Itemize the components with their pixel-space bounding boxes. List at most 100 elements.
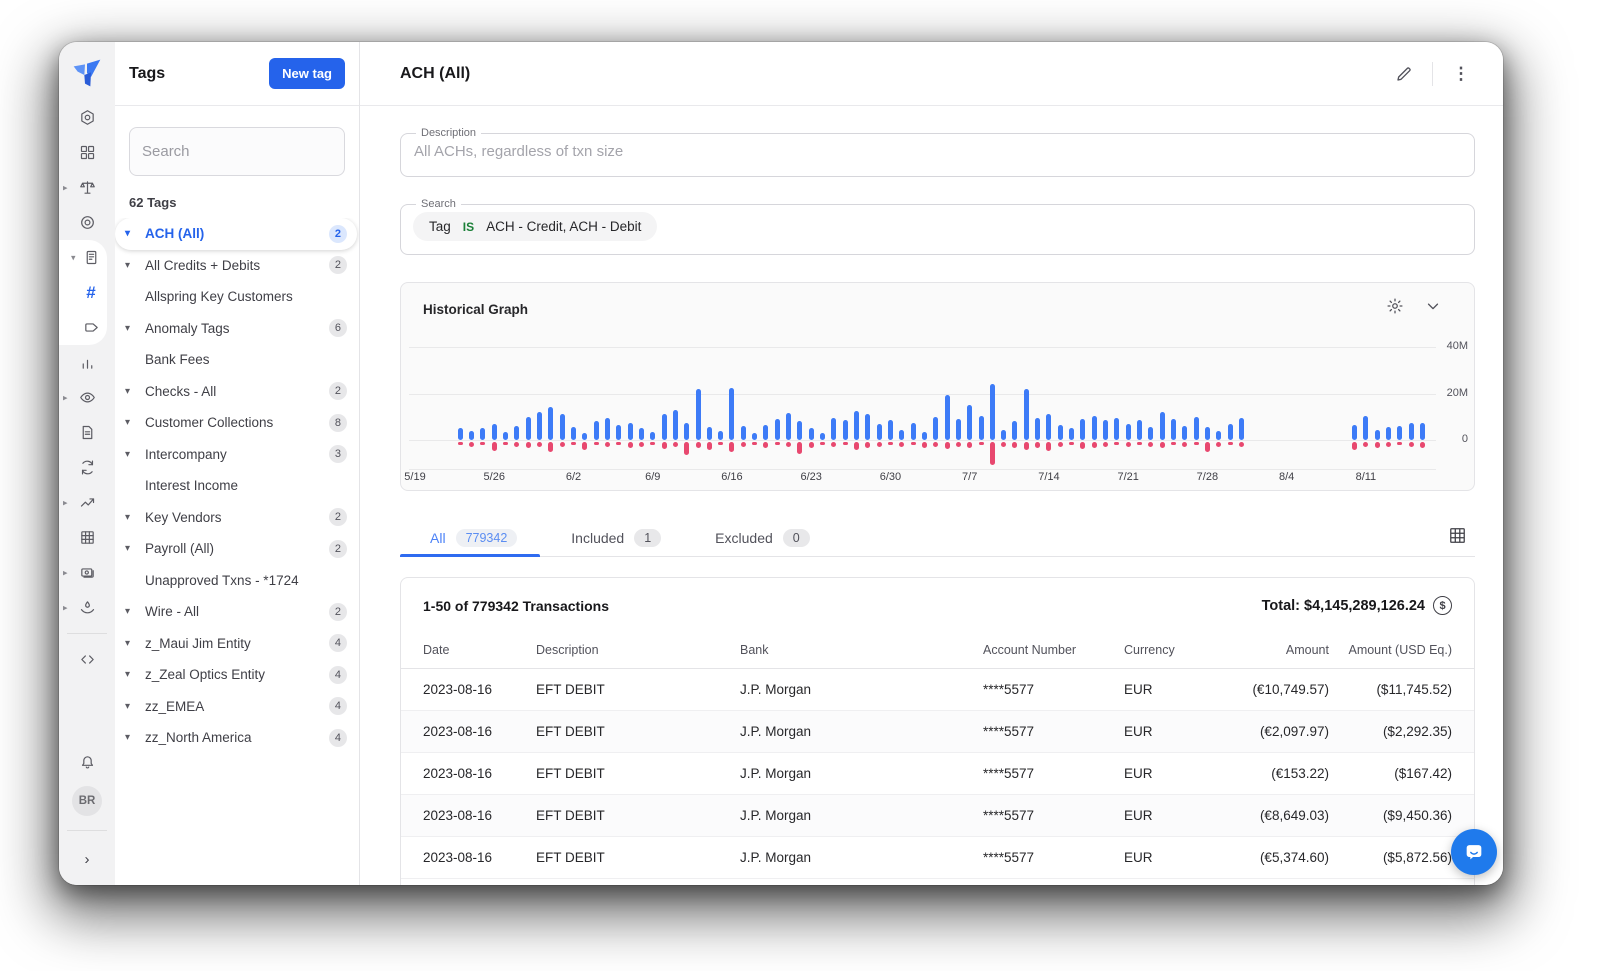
table-row[interactable]: 2023-08-16EFT DEBITJ.P. Morgan****5577EU… <box>401 711 1474 753</box>
column-header[interactable]: Amount <box>1214 643 1329 657</box>
table-view-toggle-button[interactable] <box>1448 526 1467 550</box>
brand-logo[interactable] <box>70 56 104 90</box>
sidebar-item-compliance[interactable]: ▸ <box>59 170 115 205</box>
caret-icon[interactable]: ▾ <box>125 669 145 680</box>
chart-bar-credit <box>514 426 519 440</box>
tag-list-item[interactable]: ▾ Anomaly Tags 6 <box>115 313 357 345</box>
main-panel: ACH (All) ⋮ Description All ACHs, regard… <box>360 42 1503 885</box>
caret-icon[interactable]: ▾ <box>125 638 145 649</box>
sidebar-item-payments[interactable]: ▸ <box>59 555 115 590</box>
column-header[interactable]: Description <box>536 643 740 657</box>
sidebar-item-tags-active[interactable]: # <box>67 275 115 310</box>
tab-count-badge: 1 <box>634 529 661 547</box>
column-header[interactable]: Account Number <box>983 643 1124 657</box>
avatar[interactable]: BR <box>72 786 102 816</box>
tag-list-item[interactable]: ▾ Key Vendors 2 <box>115 502 357 534</box>
tag-list-item[interactable]: Interest Income <box>115 470 357 502</box>
sidebar-collapse-button[interactable]: › <box>59 839 115 879</box>
tab[interactable]: Excluded 0 <box>715 529 810 547</box>
chart-bar-debit <box>1035 442 1040 448</box>
chart-bar-credit <box>1114 418 1119 440</box>
chart-bar-debit <box>729 442 734 452</box>
chart-bar-credit <box>1024 389 1029 440</box>
caret-icon[interactable]: ▾ <box>125 543 145 554</box>
sidebar-item-watchlist[interactable]: ▸ <box>59 380 115 415</box>
sidebar-item-forecasting[interactable]: ▸ <box>59 485 115 520</box>
column-header[interactable]: Currency <box>1124 643 1214 657</box>
sidebar-item-reports[interactable] <box>59 345 115 380</box>
description-field[interactable]: Description All ACHs, regardless of txn … <box>400 127 1475 177</box>
expand-arrow-icon[interactable]: ▸ <box>63 497 68 508</box>
caret-icon[interactable]: ▾ <box>125 323 145 334</box>
sidebar-item-collections[interactable]: ▸ <box>59 590 115 625</box>
tags-search-box[interactable] <box>129 127 345 176</box>
tag-list-item[interactable]: Allspring Key Customers <box>115 281 357 313</box>
tag-list-item[interactable]: ▾ Payroll (All) 2 <box>115 533 357 565</box>
chart-bar-debit <box>1080 442 1085 449</box>
table-row[interactable]: 2023-08-16EFT DEBITJ.P. Morgan****5577EU… <box>401 669 1474 711</box>
tag-list-item[interactable]: Unapproved Txns - *1724 <box>115 565 357 597</box>
tag-list-item[interactable]: ▾ zz_North America 4 <box>115 722 357 754</box>
expand-arrow-icon[interactable]: ▸ <box>63 602 68 613</box>
tags-search-input[interactable] <box>142 143 332 160</box>
sidebar-item-developers[interactable] <box>59 642 115 677</box>
tag-list-item[interactable]: ▾ Intercompany 3 <box>115 439 357 471</box>
column-header[interactable]: Bank <box>740 643 983 657</box>
table-row[interactable]: 2023-08-16EFT DEBITJ.P. Morgan****5577EU… <box>401 837 1474 879</box>
column-header[interactable]: Amount (USD Eq.) <box>1329 643 1452 657</box>
collapse-arrow-icon[interactable]: ▾ <box>71 252 76 263</box>
notifications-button[interactable] <box>59 745 115 780</box>
tag-label: ACH (All) <box>145 226 329 241</box>
tab[interactable]: All 779342 <box>430 529 517 547</box>
caret-icon[interactable]: ▾ <box>125 512 145 523</box>
sidebar-item-labels[interactable] <box>67 310 115 345</box>
chart-bar-credit <box>1046 414 1051 440</box>
sidebar-item-statements[interactable] <box>59 415 115 450</box>
caret-icon[interactable]: ▾ <box>125 386 145 397</box>
dashboard-icon <box>79 144 96 161</box>
more-options-button[interactable]: ⋮ <box>1447 60 1475 88</box>
chart-bar-debit <box>1409 442 1414 447</box>
chart-bar-debit <box>1160 442 1165 448</box>
column-header[interactable]: Date <box>423 643 536 657</box>
caret-icon[interactable]: ▾ <box>125 732 145 743</box>
dollar-circle-icon[interactable]: $ <box>1433 596 1452 615</box>
tab[interactable]: Included 1 <box>571 529 661 547</box>
chat-launcher-button[interactable] <box>1451 829 1497 875</box>
tag-list-item[interactable]: ▾ Customer Collections 8 <box>115 407 357 439</box>
sidebar-item-data-table[interactable] <box>59 520 115 555</box>
edit-button[interactable] <box>1390 60 1418 88</box>
caret-icon[interactable]: ▾ <box>125 417 145 428</box>
tag-list-item[interactable]: ▾ z_Maui Jim Entity 4 <box>115 628 357 660</box>
expand-arrow-icon[interactable]: ▸ <box>63 392 68 403</box>
caret-icon[interactable]: ▾ <box>125 260 145 271</box>
chart-bar-credit <box>1194 417 1199 440</box>
chart-bar-debit <box>956 442 961 447</box>
tag-list-item[interactable]: ▾ Checks - All 2 <box>115 376 357 408</box>
grid-icon <box>1448 526 1467 545</box>
sidebar-item-monitoring[interactable] <box>59 205 115 240</box>
tag-list-item[interactable]: ▾ z_Zeal Optics Entity 4 <box>115 659 357 691</box>
caret-icon[interactable]: ▾ <box>125 606 145 617</box>
sidebar-item-dashboard[interactable] <box>59 135 115 170</box>
caret-icon[interactable]: ▾ <box>125 701 145 712</box>
chart-bar-credit <box>1069 428 1074 440</box>
expand-arrow-icon[interactable]: ▸ <box>63 567 68 578</box>
tag-list-item[interactable]: Bank Fees <box>115 344 357 376</box>
expand-arrow-icon[interactable]: ▸ <box>63 182 68 193</box>
tag-filter-chip[interactable]: Tag IS ACH - Credit, ACH - Debit <box>413 212 657 241</box>
sidebar-item-organization[interactable] <box>59 100 115 135</box>
caret-icon[interactable]: ▾ <box>125 228 145 239</box>
sidebar-item-ledger[interactable]: ▾ <box>67 240 115 275</box>
search-field[interactable]: Search Tag IS ACH - Credit, ACH - Debit <box>400 198 1475 255</box>
tag-list-item[interactable]: ▾ ACH (All) 2 <box>115 218 357 250</box>
new-tag-button[interactable]: New tag <box>269 58 345 89</box>
tag-list-item[interactable]: ▾ Wire - All 2 <box>115 596 357 628</box>
sidebar-item-sync[interactable] <box>59 450 115 485</box>
tag-list-item[interactable]: ▾ All Credits + Debits 2 <box>115 250 357 282</box>
caret-icon[interactable]: ▾ <box>125 449 145 460</box>
table-row[interactable]: 2023-08-16EFT DEBITJ.P. Morgan****5577EU… <box>401 795 1474 837</box>
tag-count-badge: 3 <box>329 445 347 463</box>
table-row[interactable]: 2023-08-16EFT DEBITJ.P. Morgan****5577EU… <box>401 753 1474 795</box>
tag-list-item[interactable]: ▾ zz_EMEA 4 <box>115 691 357 723</box>
